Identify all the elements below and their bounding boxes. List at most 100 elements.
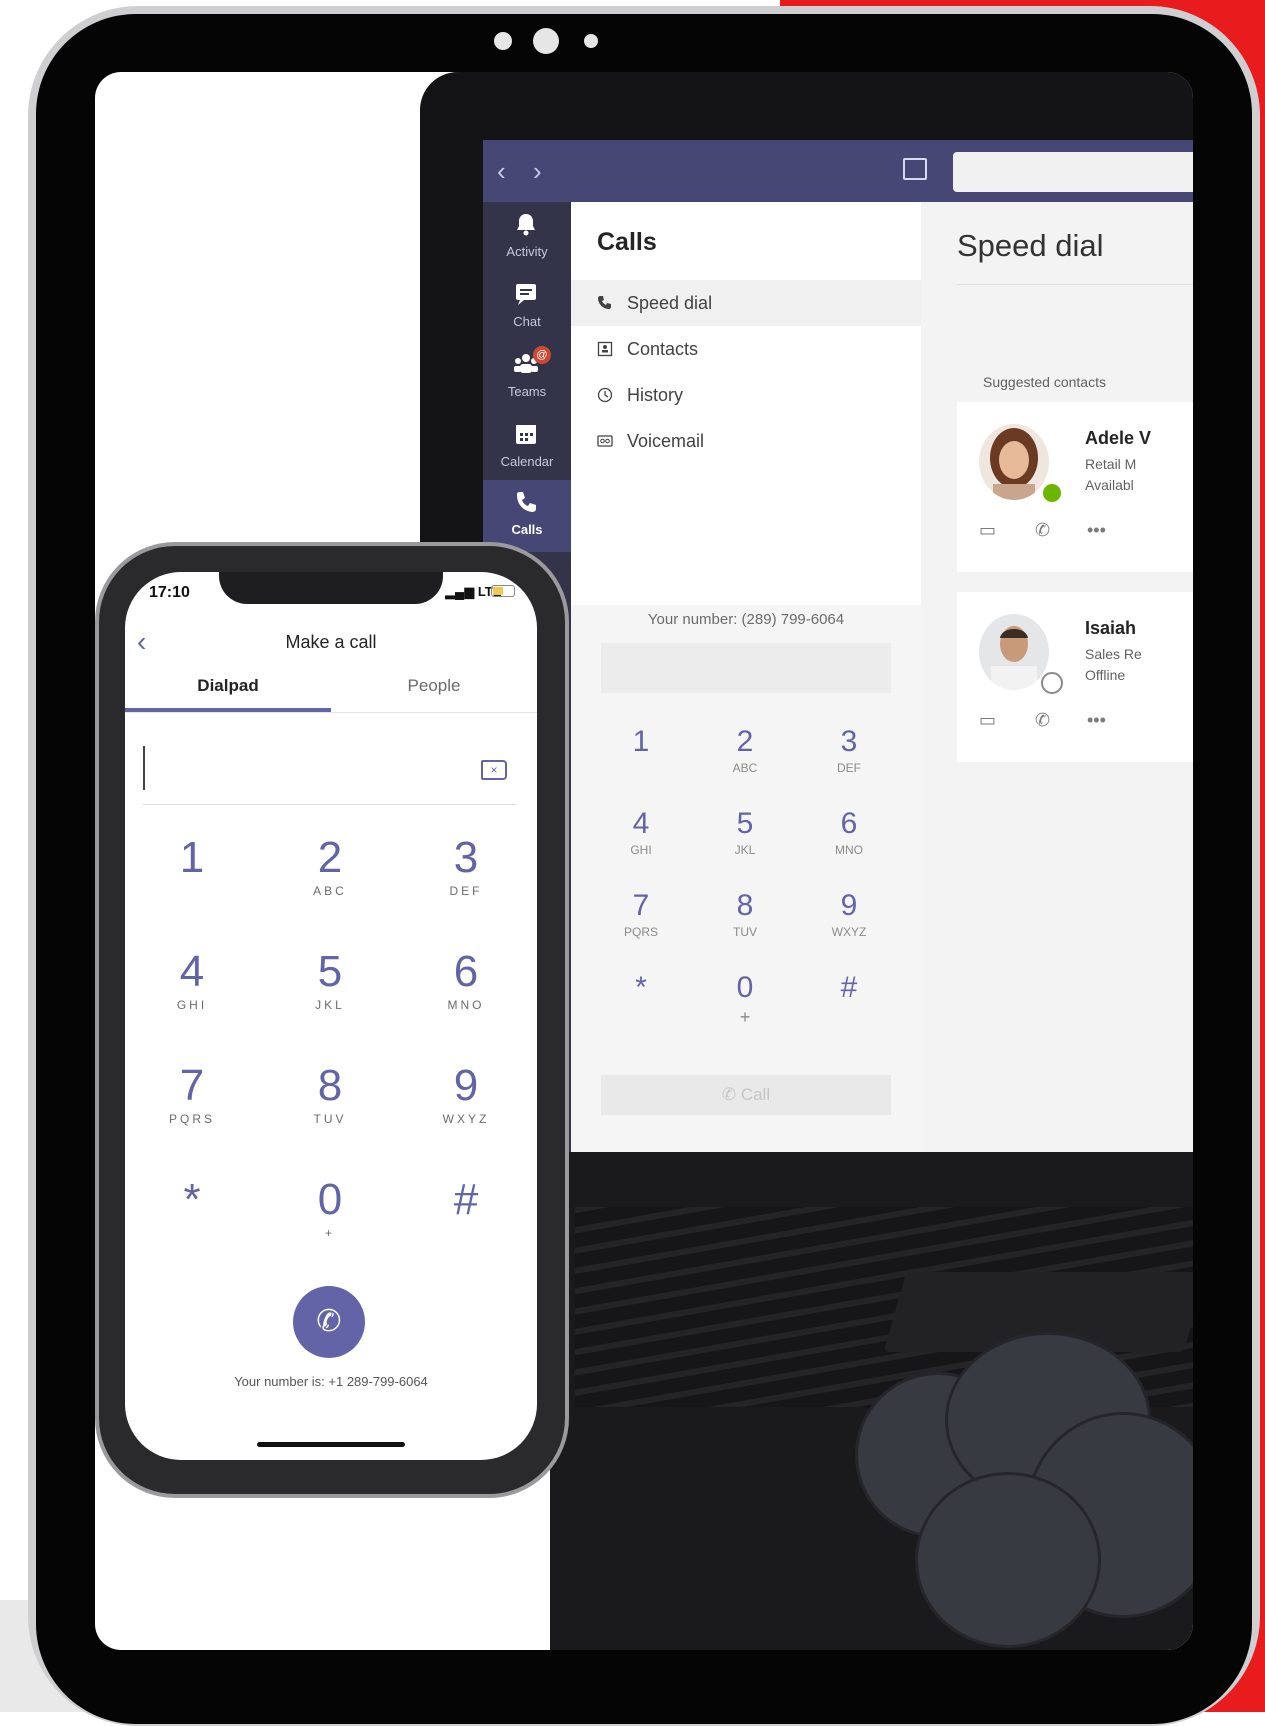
tab-dialpad[interactable]: Dialpad bbox=[125, 676, 331, 696]
phone-icon bbox=[517, 492, 536, 512]
avatar bbox=[979, 614, 1049, 690]
calls-title: Calls bbox=[597, 228, 657, 256]
key-digit: 1 bbox=[179, 833, 205, 882]
calls-menu-history[interactable]: History bbox=[571, 372, 921, 418]
phone-title: Make a call bbox=[285, 632, 377, 652]
laptop-key-7[interactable]: 7 PQRS bbox=[591, 889, 691, 939]
rail-item-chat[interactable]: Chat bbox=[483, 272, 571, 344]
tablet-sensor-dot bbox=[494, 32, 512, 50]
phone-icon bbox=[598, 296, 611, 309]
calls-menu-voicemail[interactable]: Voicemail bbox=[571, 418, 921, 464]
key-letters: MNO bbox=[835, 843, 863, 857]
laptop-key-1[interactable]: 1 bbox=[591, 725, 691, 761]
laptop-key-0[interactable]: 0 + bbox=[695, 971, 795, 1028]
rail-item-activity[interactable]: Activity bbox=[483, 202, 571, 274]
laptop-your-number: Your number: (289) 799-6064 bbox=[647, 611, 845, 628]
phone-key-star[interactable]: * bbox=[125, 1176, 259, 1226]
laptop-key-9[interactable]: 9 WXYZ bbox=[799, 889, 899, 939]
chat-icon bbox=[516, 284, 536, 305]
rail-label: Calendar bbox=[500, 454, 554, 469]
search-input[interactable] bbox=[953, 152, 1193, 192]
key-letters: GHI bbox=[630, 843, 652, 857]
calls-menu-contacts[interactable]: Contacts bbox=[571, 326, 921, 372]
key-digit: 4 bbox=[179, 947, 205, 996]
key-letters: + bbox=[324, 1226, 335, 1240]
back-arrow-icon[interactable]: ‹ bbox=[497, 156, 506, 187]
number-input[interactable] bbox=[143, 804, 517, 805]
key-digit: 9 bbox=[840, 889, 858, 922]
laptop-screen: ‹ › Activity Chat @ Teams Calendar Calls… bbox=[483, 140, 1193, 1220]
key-digit: 3 bbox=[453, 833, 479, 882]
phone-icon[interactable]: ✆ bbox=[1035, 710, 1050, 731]
number-input-caret bbox=[143, 746, 145, 790]
rail-item-calendar[interactable]: Calendar bbox=[483, 412, 571, 484]
rail-label: Calls bbox=[511, 522, 543, 537]
phone-key-8[interactable]: 8 TUV bbox=[263, 1062, 397, 1127]
phone-key-0[interactable]: 0 + bbox=[263, 1175, 397, 1241]
avatar bbox=[979, 424, 1049, 500]
status-time: 17:10 bbox=[149, 584, 190, 601]
laptop-key-8[interactable]: 8 TUV bbox=[695, 889, 795, 939]
contact-name: Adele V bbox=[1085, 428, 1152, 448]
rail-label: Teams bbox=[507, 384, 547, 399]
key-letters: PQRS bbox=[623, 925, 658, 939]
laptop-call-button[interactable]: ✆ Call bbox=[601, 1075, 891, 1115]
phone-screen: 17:10 ▂▄▆ LTE ‹ Make a call Dialpad Peop… bbox=[125, 572, 537, 1460]
video-call-icon[interactable]: ▭ bbox=[979, 520, 996, 541]
phone-icon[interactable]: ✆ bbox=[1035, 520, 1050, 541]
key-letters: MNO bbox=[447, 998, 485, 1012]
calls-menu: Speed dial Contacts History Voicemail bbox=[571, 280, 921, 464]
phone-call-button[interactable]: ✆ bbox=[293, 1286, 365, 1358]
clock-icon bbox=[597, 387, 613, 403]
contact-card[interactable]: Isaiah Sales Re Offline ▭ ✆ ••• bbox=[957, 592, 1193, 762]
key-digit: 0 bbox=[736, 971, 754, 1004]
tab-people[interactable]: People bbox=[331, 676, 537, 696]
forward-arrow-icon[interactable]: › bbox=[533, 156, 542, 187]
rail-item-teams[interactable]: @ Teams bbox=[483, 342, 571, 414]
signal-icon: ▂▄▆ bbox=[445, 584, 478, 599]
key-letters: PQRS bbox=[168, 1112, 215, 1126]
key-digit: 0 bbox=[317, 1175, 343, 1224]
contact-card[interactable]: Adele V Retail M Availabl ▭ ✆ ••• bbox=[957, 402, 1193, 572]
backspace-icon[interactable]: × bbox=[481, 760, 507, 780]
laptop-key-star[interactable]: * bbox=[591, 971, 691, 1007]
key-digit: # bbox=[453, 1175, 479, 1224]
tablet-camera-icon bbox=[533, 28, 559, 54]
key-digit: * bbox=[635, 971, 647, 1004]
teams-titlebar: ‹ › bbox=[483, 140, 1193, 202]
laptop-key-5[interactable]: 5 JKL bbox=[695, 807, 795, 857]
phone-key-1[interactable]: 1 bbox=[125, 834, 259, 884]
phone-key-5[interactable]: 5 JKL bbox=[263, 948, 397, 1013]
phone-key-9[interactable]: 9 WXYZ bbox=[399, 1062, 533, 1127]
more-options-icon[interactable]: ••• bbox=[1087, 710, 1106, 731]
contact-title: Sales Re bbox=[1085, 646, 1142, 662]
phone-key-4[interactable]: 4 GHI bbox=[125, 947, 259, 1013]
menu-label: Speed dial bbox=[627, 293, 713, 313]
more-options-icon[interactable]: ••• bbox=[1087, 520, 1106, 541]
laptop-key-2[interactable]: 2 ABC bbox=[695, 725, 795, 775]
laptop-key-hash[interactable]: # bbox=[799, 971, 899, 1007]
laptop-key-3[interactable]: 3 DEF bbox=[799, 725, 899, 775]
compose-icon[interactable] bbox=[903, 158, 927, 180]
key-letters: + bbox=[739, 1007, 751, 1027]
key-letters: DEF bbox=[449, 884, 483, 898]
laptop-dial-input[interactable] bbox=[601, 643, 891, 693]
laptop-key-6[interactable]: 6 MNO bbox=[799, 807, 899, 857]
video-call-icon[interactable]: ▭ bbox=[979, 710, 996, 731]
laptop-key-4[interactable]: 4 GHI bbox=[591, 807, 691, 857]
phone-key-hash[interactable]: # bbox=[399, 1176, 533, 1226]
menu-label: Voicemail bbox=[627, 431, 705, 451]
phone-key-7[interactable]: 7 PQRS bbox=[125, 1062, 259, 1127]
calendar-icon bbox=[516, 425, 536, 444]
calls-menu-speed-dial[interactable]: Speed dial bbox=[571, 280, 921, 326]
rail-label: Chat bbox=[513, 314, 541, 329]
rail-label: Activity bbox=[506, 244, 548, 259]
divider bbox=[957, 284, 1193, 285]
rail-item-calls[interactable]: Calls bbox=[483, 480, 571, 552]
phone-key-3[interactable]: 3 DEF bbox=[399, 833, 533, 899]
key-digit: # bbox=[840, 971, 858, 1004]
phone-key-6[interactable]: 6 MNO bbox=[399, 948, 533, 1013]
home-indicator bbox=[257, 1442, 405, 1447]
phone-key-2[interactable]: 2 ABC bbox=[263, 834, 397, 899]
key-digit: * bbox=[183, 1175, 201, 1224]
